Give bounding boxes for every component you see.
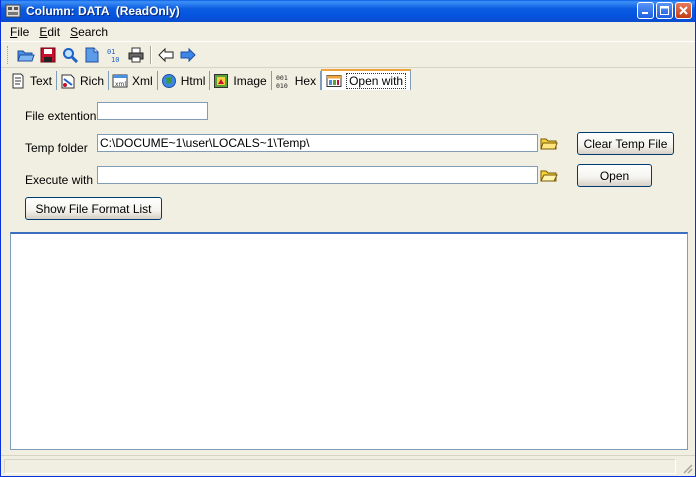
svg-text:10: 10 bbox=[111, 56, 119, 63]
minimize-button[interactable] bbox=[637, 2, 654, 19]
open-folder-icon bbox=[540, 170, 558, 182]
open-button[interactable]: Open bbox=[577, 164, 652, 187]
document-button[interactable] bbox=[81, 44, 103, 66]
status-bar bbox=[1, 455, 695, 476]
maximize-button[interactable] bbox=[656, 2, 673, 19]
close-icon bbox=[679, 6, 688, 15]
app-icon bbox=[5, 4, 21, 18]
show-file-format-list-button[interactable]: Show File Format List bbox=[25, 197, 162, 220]
open-folder-icon bbox=[17, 50, 35, 61]
binary-button[interactable]: 01 10 bbox=[103, 44, 125, 66]
clear-temp-file-button[interactable]: Clear Temp File bbox=[577, 132, 674, 155]
binary-icon: 0110 bbox=[107, 48, 119, 63]
hex-icon: 001 010 bbox=[275, 73, 291, 89]
execute-with-input[interactable] bbox=[97, 166, 538, 184]
image-icon bbox=[213, 73, 229, 89]
svg-text:01: 01 bbox=[107, 48, 115, 56]
tab-strip: Text Rich xml Xml Html Image 001 010 Hex … bbox=[7, 69, 412, 90]
file-extension-input[interactable] bbox=[97, 102, 208, 120]
back-button[interactable] bbox=[155, 44, 177, 66]
find-icon bbox=[63, 47, 78, 63]
tab-image[interactable]: Image bbox=[210, 71, 272, 90]
temp-folder-browse-button[interactable] bbox=[539, 134, 559, 152]
size-grip-icon[interactable] bbox=[681, 462, 693, 474]
tab-html[interactable]: Html bbox=[158, 71, 211, 90]
window-title: Column: DATA (ReadOnly) bbox=[26, 4, 180, 18]
tab-open-with-label: Open with bbox=[346, 72, 407, 89]
open-button[interactable] bbox=[15, 44, 37, 66]
tab-rich-label: Rich bbox=[80, 73, 105, 88]
title-bar[interactable]: Column: DATA (ReadOnly) bbox=[1, 0, 695, 22]
html-globe-icon bbox=[161, 73, 177, 89]
menu-file[interactable]: File bbox=[5, 25, 34, 39]
tab-hex-label: Hex bbox=[294, 73, 317, 88]
file-extension-label: File extention bbox=[25, 109, 97, 123]
menu-edit[interactable]: Edit bbox=[34, 25, 65, 39]
forward-button[interactable] bbox=[177, 44, 199, 66]
menu-search[interactable]: Search bbox=[65, 25, 113, 39]
text-icon bbox=[10, 73, 26, 89]
back-arrow-icon bbox=[158, 47, 174, 62]
close-button[interactable] bbox=[675, 2, 692, 19]
temp-folder-input[interactable] bbox=[97, 134, 538, 152]
menu-search-accel: S bbox=[70, 24, 79, 39]
tab-rich[interactable]: Rich bbox=[57, 71, 110, 90]
output-area[interactable] bbox=[10, 232, 688, 450]
document-icon bbox=[85, 47, 99, 62]
tab-open-with[interactable]: Open with bbox=[321, 69, 412, 90]
rich-text-icon bbox=[60, 73, 76, 89]
forward-arrow-icon bbox=[180, 47, 196, 62]
svg-text:010: 010 bbox=[276, 82, 288, 89]
folder-icon bbox=[540, 138, 558, 150]
menu-bar: File Edit Search bbox=[1, 22, 695, 41]
tab-hex[interactable]: 001 010 Hex bbox=[272, 71, 322, 90]
caption-buttons bbox=[637, 2, 692, 19]
menu-edit-rest: dit bbox=[47, 24, 61, 39]
svg-text:xml: xml bbox=[115, 81, 126, 88]
tab-xml-label: Xml bbox=[132, 73, 153, 88]
print-icon bbox=[128, 47, 144, 62]
execute-with-label: Execute with bbox=[25, 173, 94, 187]
save-icon bbox=[40, 47, 56, 62]
open-with-icon bbox=[326, 73, 342, 89]
minimize-icon bbox=[642, 12, 648, 14]
toolbar-grip[interactable] bbox=[7, 45, 11, 64]
status-panel bbox=[4, 459, 676, 474]
xml-icon: xml bbox=[112, 73, 128, 89]
execute-with-browse-button[interactable] bbox=[539, 166, 559, 184]
app-window: Column: DATA (ReadOnly) File Edit Search bbox=[0, 0, 696, 477]
tab-text[interactable]: Text bbox=[7, 71, 58, 90]
tab-xml[interactable]: xml Xml bbox=[109, 71, 158, 90]
open-with-page: File extention Temp folder Clear Temp Fi… bbox=[5, 90, 691, 452]
tab-html-label: Html bbox=[180, 73, 206, 88]
temp-folder-label: Temp folder bbox=[25, 141, 88, 155]
save-button[interactable] bbox=[37, 44, 59, 66]
menu-file-rest: ile bbox=[17, 24, 30, 39]
toolbar-separator bbox=[150, 45, 152, 64]
find-button[interactable] bbox=[59, 44, 81, 66]
menu-search-rest: earch bbox=[78, 24, 109, 39]
tab-text-label: Text bbox=[30, 73, 53, 88]
tab-image-label: Image bbox=[233, 73, 267, 88]
toolbar: 01 10 bbox=[1, 41, 695, 68]
maximize-icon bbox=[660, 6, 669, 15]
svg-text:001: 001 bbox=[276, 74, 288, 82]
print-button[interactable] bbox=[125, 44, 147, 66]
